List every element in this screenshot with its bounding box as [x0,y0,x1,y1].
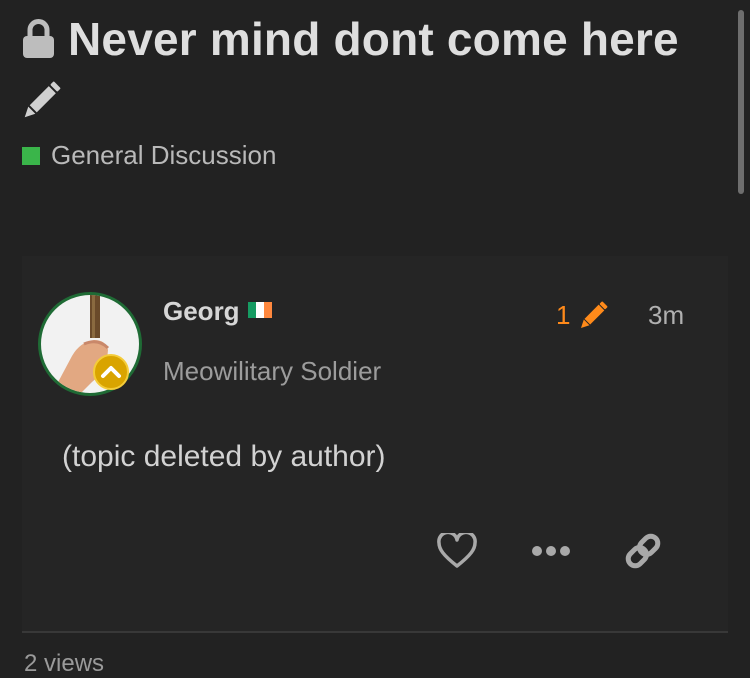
lock-icon [23,19,54,58]
post-divider [22,631,728,633]
pencil-icon [581,301,608,328]
avatar[interactable] [36,290,144,398]
link-icon [625,533,661,569]
category-name: General Discussion [51,140,277,170]
topic-header: Never mind dont come here [22,12,679,66]
post-username[interactable]: Georg [163,296,240,327]
share-link-button[interactable] [622,530,664,572]
ellipsis-icon [532,546,570,556]
post-content: (topic deleted by author) [62,440,386,473]
page-scrollbar[interactable] [738,10,744,194]
user-title: Meowilitary Soldier [163,356,382,386]
edit-history-button[interactable]: 1 [556,300,608,331]
ireland-flag-icon [248,302,272,318]
post-timestamp[interactable]: 3m [648,300,684,331]
edit-count: 1 [556,300,571,330]
pencil-icon[interactable] [20,80,62,122]
heart-icon [437,533,477,568]
category-badge[interactable]: General Discussion [22,140,276,171]
more-actions-button[interactable] [530,530,572,572]
topic-title[interactable]: Never mind dont come here [68,12,679,66]
like-button[interactable] [436,530,478,572]
category-color-swatch [22,146,40,165]
view-count: 2 views [24,650,105,677]
